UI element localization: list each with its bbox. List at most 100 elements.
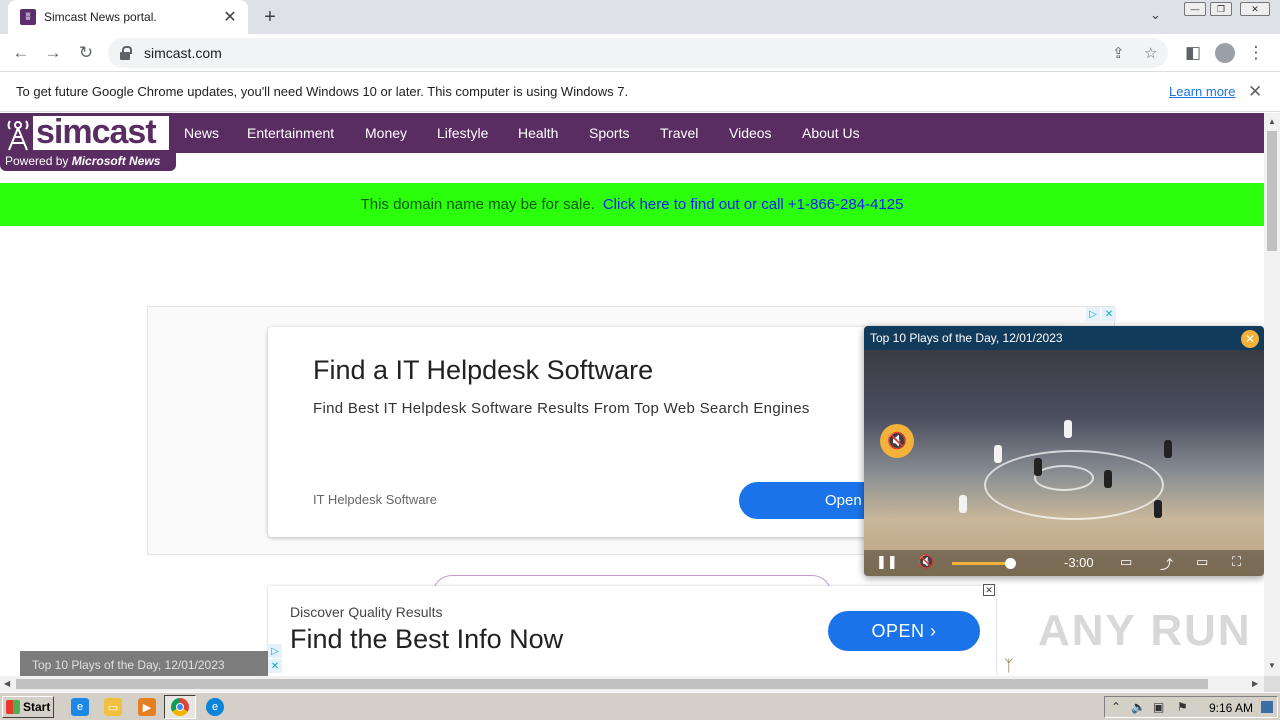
ie-icon[interactable]: e: [71, 698, 89, 716]
player-figure: [994, 445, 1002, 463]
bottom-ad[interactable]: Discover Quality Results Find the Best I…: [268, 586, 996, 676]
video-progress-bar[interactable]: [952, 562, 1010, 565]
video-frame[interactable]: 🔇: [864, 350, 1264, 576]
share-icon[interactable]: ⇪: [1112, 44, 1125, 62]
edge-icon[interactable]: e: [206, 698, 224, 716]
floating-video-player[interactable]: Top 10 Plays of the Day, 12/01/2023 ✕ 🔇 …: [864, 326, 1264, 576]
nav-news[interactable]: News: [184, 125, 219, 141]
mini-player-title: Top 10 Plays of the Day, 12/01/2023: [32, 658, 225, 672]
mini-adchoices-icon[interactable]: ▷: [268, 644, 282, 658]
volume-icon[interactable]: 🔈: [1131, 700, 1146, 714]
player-figure: [1164, 440, 1172, 458]
fullscreen-icon[interactable]: ⛶: [1232, 554, 1241, 570]
player-figure: [1154, 500, 1162, 518]
simcast-favicon-icon: ʬ: [20, 9, 36, 25]
windows-flag-icon: [6, 700, 20, 714]
system-tray: ⌃ 🔈 ▣ ⚑ 9:16 AM: [1104, 696, 1278, 718]
chevron-right-icon: ›: [930, 620, 937, 641]
folder-icon[interactable]: ▭: [104, 698, 122, 716]
player-figure: [1064, 420, 1072, 438]
mini-close-icon[interactable]: ✕: [268, 659, 282, 673]
site-logo[interactable]: simcast Powered by Microsoft News: [0, 113, 176, 171]
tab-close-icon[interactable]: ✕: [220, 7, 240, 27]
video-close-icon[interactable]: ✕: [1241, 330, 1259, 348]
lock-icon[interactable]: [120, 46, 132, 60]
horizontal-scrollbar[interactable]: ◀ ▶: [0, 676, 1264, 692]
clock[interactable]: 9:16 AM: [1209, 701, 1253, 715]
ad-close-icon[interactable]: ✕: [1102, 307, 1116, 321]
sale-link[interactable]: Click here to find out or call +1-866-28…: [603, 196, 904, 213]
share-icon[interactable]: ⤴: [1160, 554, 1173, 573]
chrome-icon-center: [176, 703, 184, 711]
browser-tab[interactable]: ʬ Simcast News portal. ✕: [8, 0, 248, 34]
learn-more-link[interactable]: Learn more: [1169, 84, 1235, 99]
powered-by-text: Powered by Microsoft News: [5, 154, 161, 168]
cat-icon: ᛉ: [1004, 658, 1014, 675]
adchoices-badge[interactable]: ▷ ✕: [1086, 307, 1116, 321]
volume-muted-icon[interactable]: 🔇: [918, 554, 934, 570]
mini-adchoices-badge[interactable]: ▷ ✕: [268, 644, 284, 676]
player-figure: [959, 495, 967, 513]
vertical-scrollbar[interactable]: ▲ ▼: [1264, 113, 1280, 676]
minimize-button[interactable]: —: [1184, 2, 1206, 16]
vertical-scroll-thumb[interactable]: [1267, 131, 1277, 251]
nav-videos[interactable]: Videos: [729, 125, 772, 141]
horizontal-scroll-thumb[interactable]: [16, 679, 1208, 689]
logo-wordmark: simcast: [33, 115, 169, 150]
bottom-ad-title: Find the Best Info Now: [290, 624, 564, 654]
pause-icon[interactable]: ❚❚: [876, 554, 898, 570]
player-figure: [1034, 458, 1042, 476]
adchoices-icon[interactable]: ▷: [1086, 307, 1100, 321]
screen: ʬ Simcast News portal. ✕ + ⌄ — ❐ ✕ ← → ↻…: [0, 0, 1280, 720]
side-panel-icon[interactable]: ◧: [1181, 41, 1205, 65]
nav-entertainment[interactable]: Entertainment: [247, 125, 334, 141]
back-icon[interactable]: ←: [9, 41, 33, 65]
new-tab-button[interactable]: +: [258, 5, 282, 29]
ad-brand: IT Helpdesk Software: [313, 492, 438, 507]
cc-icon[interactable]: ▭: [1196, 554, 1208, 570]
tray-expand-icon[interactable]: ⌃: [1111, 700, 1121, 714]
forward-icon[interactable]: →: [41, 41, 65, 65]
tab-title: Simcast News portal.: [44, 10, 157, 24]
scroll-right-icon[interactable]: ▶: [1252, 679, 1258, 688]
network-icon[interactable]: ▣: [1153, 700, 1164, 714]
nav-money[interactable]: Money: [365, 125, 407, 141]
reload-icon[interactable]: ↻: [74, 41, 98, 65]
action-center-flag-icon[interactable]: ⚑: [1177, 700, 1188, 714]
ad-subtitle: Find Best IT Helpdesk Software Results F…: [313, 400, 810, 417]
bookmark-star-icon[interactable]: ☆: [1144, 44, 1157, 62]
url-text[interactable]: simcast.com: [144, 45, 222, 61]
tab-strip: ʬ Simcast News portal. ✕ + ⌄ — ❐ ✕: [0, 0, 1280, 34]
watermark: ANY RUN: [1038, 606, 1252, 655]
nav-sports[interactable]: Sports: [589, 125, 629, 141]
bottom-ad-subtitle: Discover Quality Results: [290, 604, 443, 620]
address-bar[interactable]: simcast.com ⇪ ☆: [108, 38, 1168, 68]
bottom-ad-close-icon[interactable]: ✕: [983, 584, 995, 596]
restore-button[interactable]: ❐: [1210, 2, 1232, 16]
nav-about-us[interactable]: About Us: [802, 125, 860, 141]
scroll-left-icon[interactable]: ◀: [4, 679, 10, 688]
site-nav-bar: News Entertainment Money Lifestyle Healt…: [0, 113, 1264, 153]
window-close-button[interactable]: ✕: [1240, 2, 1270, 16]
profile-avatar-icon[interactable]: [1213, 41, 1237, 65]
sale-text: This domain name may be for sale.: [360, 196, 595, 213]
menu-kebab-icon[interactable]: ⋮: [1244, 41, 1268, 65]
video-controls: ❚❚ 🔇 -3:00 ▭ ⤴ ▭ ⛶: [864, 550, 1264, 576]
muted-speaker-icon[interactable]: 🔇: [880, 424, 914, 458]
chrome-taskbar-button[interactable]: [164, 695, 196, 719]
mini-player-bar[interactable]: Top 10 Plays of the Day, 12/01/2023: [20, 651, 268, 676]
video-progress-knob[interactable]: [1005, 558, 1016, 569]
nav-lifestyle[interactable]: Lifestyle: [437, 125, 488, 141]
nav-health[interactable]: Health: [518, 125, 558, 141]
scroll-down-icon[interactable]: ▼: [1268, 661, 1276, 670]
show-desktop-icon[interactable]: [1261, 701, 1273, 713]
scroll-up-icon[interactable]: ▲: [1268, 117, 1276, 126]
media-player-icon[interactable]: ▶: [138, 698, 156, 716]
captions-icon[interactable]: ▭: [1120, 554, 1132, 570]
bottom-ad-open-button[interactable]: OPEN ›: [828, 611, 980, 651]
infobar-close-icon[interactable]: ✕: [1248, 82, 1262, 102]
tab-search-icon[interactable]: ⌄: [1150, 7, 1161, 23]
nav-travel[interactable]: Travel: [660, 125, 698, 141]
video-time-remaining: -3:00: [1064, 555, 1094, 570]
start-button[interactable]: Start: [2, 696, 54, 718]
